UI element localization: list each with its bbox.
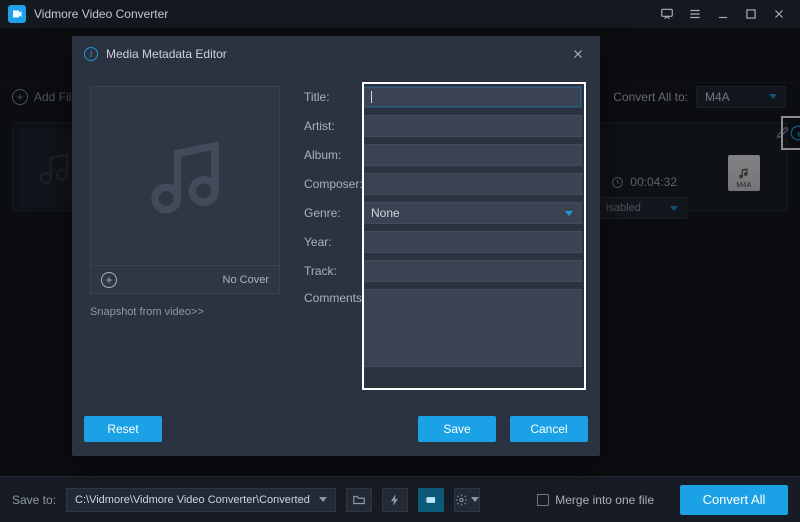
comments-textarea[interactable] bbox=[362, 289, 582, 367]
metadata-form: Title: Artist: Album: Composer: Genre: N… bbox=[304, 86, 582, 396]
composer-input[interactable] bbox=[362, 173, 582, 195]
open-folder-button[interactable] bbox=[346, 488, 372, 512]
settings-button[interactable] bbox=[454, 488, 480, 512]
chevron-down-icon bbox=[565, 211, 573, 216]
gpu-toggle[interactable] bbox=[418, 488, 444, 512]
menu-icon[interactable] bbox=[682, 4, 708, 24]
year-input[interactable] bbox=[362, 231, 582, 253]
cover-column: + No Cover Snapshot from video>> bbox=[90, 86, 280, 396]
no-cover-label: No Cover bbox=[223, 274, 269, 286]
year-label: Year: bbox=[304, 235, 362, 249]
chevron-down-icon bbox=[319, 497, 327, 502]
modal-close-button[interactable] bbox=[568, 44, 588, 64]
checkbox-icon bbox=[537, 494, 549, 506]
hardware-accel-button[interactable] bbox=[382, 488, 408, 512]
modal-footer: Reset Save Cancel bbox=[84, 416, 588, 442]
snapshot-link[interactable]: Snapshot from video>> bbox=[90, 306, 280, 318]
chevron-down-icon bbox=[471, 497, 479, 502]
save-path-value: C:\Vidmore\Vidmore Video Converter\Conve… bbox=[75, 494, 310, 506]
composer-label: Composer: bbox=[304, 177, 362, 191]
comments-label: Comments: bbox=[304, 289, 362, 367]
convert-all-button[interactable]: Convert All bbox=[680, 485, 788, 515]
titlebar: Vidmore Video Converter bbox=[0, 0, 800, 28]
cancel-button[interactable]: Cancel bbox=[510, 416, 588, 442]
bottom-bar: Save to: C:\Vidmore\Vidmore Video Conver… bbox=[0, 476, 800, 522]
feedback-icon[interactable] bbox=[654, 4, 680, 24]
genre-label: Genre: bbox=[304, 206, 362, 220]
add-cover-button[interactable]: + bbox=[101, 272, 117, 288]
title-input[interactable] bbox=[362, 86, 582, 108]
genre-value: None bbox=[371, 206, 400, 220]
save-path-select[interactable]: C:\Vidmore\Vidmore Video Converter\Conve… bbox=[66, 488, 336, 512]
reset-button[interactable]: Reset bbox=[84, 416, 162, 442]
save-button[interactable]: Save bbox=[418, 416, 496, 442]
track-input[interactable] bbox=[362, 260, 582, 282]
track-label: Track: bbox=[304, 264, 362, 278]
close-button[interactable] bbox=[766, 4, 792, 24]
cover-art bbox=[90, 86, 280, 266]
info-icon: i bbox=[84, 47, 98, 61]
merge-checkbox[interactable]: Merge into one file bbox=[537, 493, 654, 507]
app-logo bbox=[8, 5, 26, 23]
album-input[interactable] bbox=[362, 144, 582, 166]
modal-title: Media Metadata Editor bbox=[106, 47, 227, 61]
merge-label: Merge into one file bbox=[555, 493, 654, 507]
minimize-button[interactable] bbox=[710, 4, 736, 24]
maximize-button[interactable] bbox=[738, 4, 764, 24]
save-to-label: Save to: bbox=[12, 493, 56, 507]
artist-label: Artist: bbox=[304, 119, 362, 133]
title-label: Title: bbox=[304, 90, 362, 104]
genre-select[interactable]: None bbox=[362, 202, 582, 224]
cover-footer: + No Cover bbox=[90, 266, 280, 294]
album-label: Album: bbox=[304, 148, 362, 162]
artist-input[interactable] bbox=[362, 115, 582, 137]
metadata-editor-modal: i Media Metadata Editor + No Cover Snaps… bbox=[72, 36, 600, 456]
modal-header: i Media Metadata Editor bbox=[72, 36, 600, 72]
app-title: Vidmore Video Converter bbox=[34, 7, 168, 21]
